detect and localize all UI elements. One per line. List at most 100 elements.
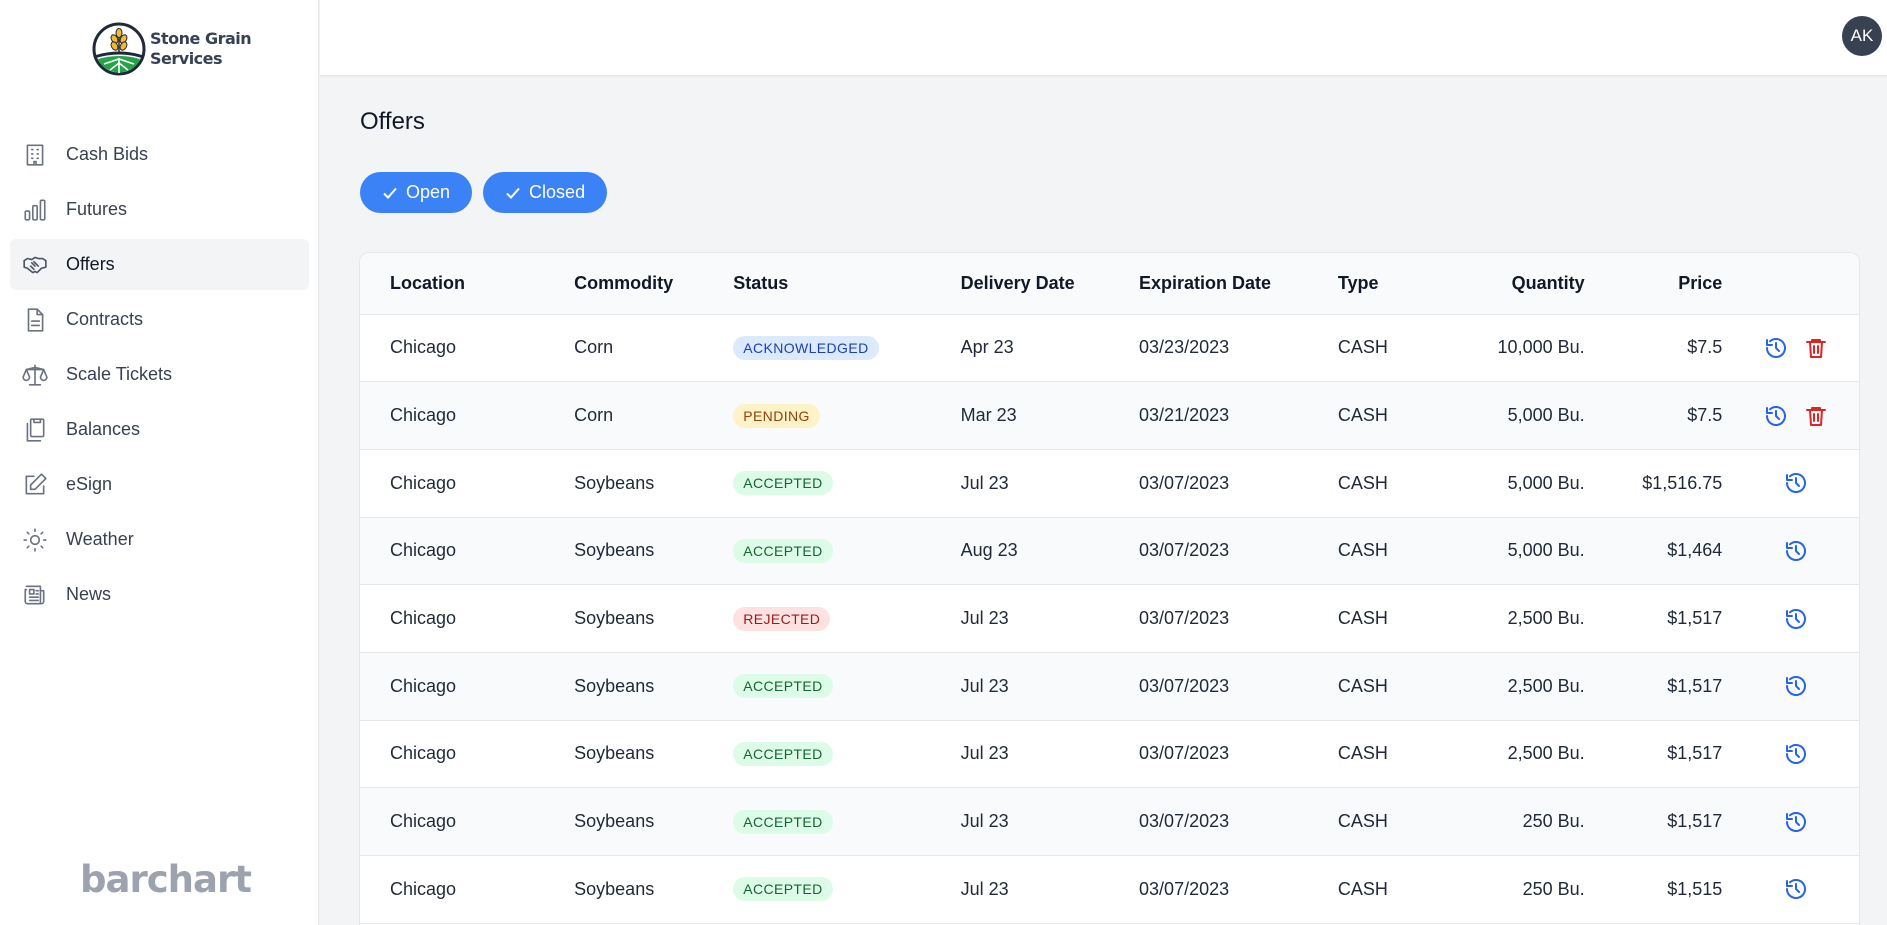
cell-type: CASH xyxy=(1337,811,1388,832)
cell-actions xyxy=(1722,314,1859,382)
row-actions xyxy=(1722,471,1859,495)
cell-location: Chicago xyxy=(390,743,457,764)
status-badge: REJECTED xyxy=(733,606,831,631)
header-expiration-date[interactable]: Expiration Date xyxy=(1139,253,1338,314)
table-row[interactable]: Chicago Soybeans ACCEPTED Jul 23 03/07/2… xyxy=(360,720,1859,788)
filter-open-chip[interactable]: Open xyxy=(360,172,473,213)
header-commodity[interactable]: Commodity xyxy=(574,253,733,314)
header-type[interactable]: Type xyxy=(1338,253,1450,314)
sidebar: Stone Grain Services Cash Bids Futures O… xyxy=(0,0,319,925)
row-actions xyxy=(1722,810,1859,834)
history-icon[interactable] xyxy=(1784,471,1808,495)
table-row[interactable]: Chicago Soybeans ACCEPTED Jul 23 03/07/2… xyxy=(360,449,1859,518)
history-icon[interactable] xyxy=(1784,674,1808,698)
user-avatar[interactable]: AK xyxy=(1842,16,1882,56)
barchart-logo: barchart xyxy=(80,858,252,901)
cell-quantity: 250 Bu. xyxy=(1522,878,1585,899)
sidebar-item-scale-tickets[interactable]: Scale Tickets xyxy=(10,349,309,400)
cell-status: ACKNOWLEDGED xyxy=(733,314,960,382)
row-actions xyxy=(1722,336,1859,360)
cell-price: $7.5 xyxy=(1687,337,1723,358)
cell-location: Chicago xyxy=(390,878,457,899)
sidebar-item-label: Balances xyxy=(66,419,141,439)
checkmark-icon xyxy=(506,187,520,199)
row-actions xyxy=(1722,607,1859,631)
header-location[interactable]: Location xyxy=(360,253,574,314)
cell-expiration-date: 03/07/2023 xyxy=(1139,811,1230,832)
trash-icon[interactable] xyxy=(1804,336,1828,360)
history-icon[interactable] xyxy=(1784,810,1808,834)
cell-actions xyxy=(1722,449,1859,517)
cell-price: $1,464 xyxy=(1667,540,1723,561)
table-row[interactable]: Chicago Corn PENDING Mar 23 03/21/2023 C… xyxy=(360,381,1859,450)
history-icon[interactable] xyxy=(1764,336,1788,360)
sidebar-item-contracts[interactable]: Contracts xyxy=(10,294,309,345)
cell-actions xyxy=(1722,517,1859,585)
cell-price: $1,517 xyxy=(1667,675,1723,696)
brand-name-line1: Stone Grain xyxy=(150,29,252,48)
bar-chart-icon xyxy=(22,197,48,223)
brand-name-line2: Services xyxy=(150,49,223,68)
history-icon[interactable] xyxy=(1784,877,1808,901)
history-icon[interactable] xyxy=(1784,539,1808,563)
sidebar-item-news[interactable]: News xyxy=(10,569,309,620)
top-bar: AK xyxy=(320,0,1887,76)
filter-open-label: Open xyxy=(406,182,451,202)
sidebar-item-futures[interactable]: Futures xyxy=(10,184,309,235)
cell-commodity: Soybeans xyxy=(574,878,655,899)
sidebar-item-weather[interactable]: Weather xyxy=(10,514,309,565)
cell-type: CASH xyxy=(1337,540,1388,561)
history-icon[interactable] xyxy=(1784,607,1808,631)
status-badge: ACCEPTED xyxy=(733,809,833,834)
brand-name: Stone Grain Services xyxy=(150,29,252,69)
cell-commodity: Soybeans xyxy=(574,811,655,832)
sidebar-item-label: Contracts xyxy=(66,309,144,329)
cell-expiration-date: 03/07/2023 xyxy=(1139,472,1230,493)
cell-actions xyxy=(1722,720,1859,788)
header-price[interactable]: Price xyxy=(1585,253,1722,314)
header-quantity[interactable]: Quantity xyxy=(1450,253,1585,314)
table-row[interactable]: Chicago Soybeans ACCEPTED Aug 23 03/07/2… xyxy=(360,517,1859,585)
history-icon[interactable] xyxy=(1784,742,1808,766)
cell-location: Chicago xyxy=(390,405,457,426)
cell-actions xyxy=(1722,856,1859,924)
cell-actions xyxy=(1722,652,1859,720)
status-filters: Open Closed xyxy=(360,172,608,213)
brand-logo[interactable]: Stone Grain Services xyxy=(92,22,252,76)
table-row[interactable]: Chicago Corn ACKNOWLEDGED Apr 23 03/23/2… xyxy=(360,314,1859,382)
sidebar-item-offers[interactable]: Offers xyxy=(10,239,309,290)
table-row[interactable]: Chicago Soybeans ACCEPTED Jul 23 03/07/2… xyxy=(360,787,1859,856)
history-icon[interactable] xyxy=(1764,404,1788,428)
cell-status: ACCEPTED xyxy=(733,856,960,924)
cell-expiration-date: 03/07/2023 xyxy=(1139,675,1230,696)
sidebar-item-cash-bids[interactable]: Cash Bids xyxy=(10,129,309,180)
sidebar-item-label: eSign xyxy=(66,474,113,494)
cell-status: ACCEPTED xyxy=(733,517,960,585)
status-badge: ACCEPTED xyxy=(733,538,833,563)
cell-delivery-date: Jul 23 xyxy=(960,878,1009,899)
cell-delivery-date: Apr 23 xyxy=(960,337,1014,358)
cell-type: CASH xyxy=(1337,743,1388,764)
cell-type: CASH xyxy=(1337,675,1388,696)
status-badge: ACCEPTED xyxy=(733,877,833,902)
row-actions xyxy=(1722,404,1859,428)
cell-commodity: Corn xyxy=(574,337,614,358)
table-row[interactable]: Chicago Soybeans ACCEPTED Jul 23 03/07/2… xyxy=(360,856,1859,924)
cell-delivery-date: Jul 23 xyxy=(960,743,1009,764)
cell-price: $1,517 xyxy=(1667,743,1723,764)
trash-icon[interactable] xyxy=(1804,404,1828,428)
header-status[interactable]: Status xyxy=(733,253,960,314)
sidebar-item-balances[interactable]: Balances xyxy=(10,404,309,455)
cell-expiration-date: 03/23/2023 xyxy=(1139,337,1230,358)
table-row[interactable]: Chicago Soybeans ACCEPTED Jul 23 03/07/2… xyxy=(360,652,1859,721)
cell-status: ACCEPTED xyxy=(733,652,960,720)
cell-commodity: Soybeans xyxy=(574,540,655,561)
filter-closed-chip[interactable]: Closed xyxy=(483,172,608,213)
table-row[interactable]: Chicago Soybeans REJECTED Jul 23 03/07/2… xyxy=(360,585,1859,653)
row-actions xyxy=(1722,539,1859,563)
header-delivery-date[interactable]: Delivery Date xyxy=(961,253,1139,314)
cell-expiration-date: 03/07/2023 xyxy=(1139,608,1230,629)
sidebar-item-esign[interactable]: eSign xyxy=(10,459,309,510)
row-actions xyxy=(1722,742,1859,766)
cell-type: CASH xyxy=(1337,608,1388,629)
